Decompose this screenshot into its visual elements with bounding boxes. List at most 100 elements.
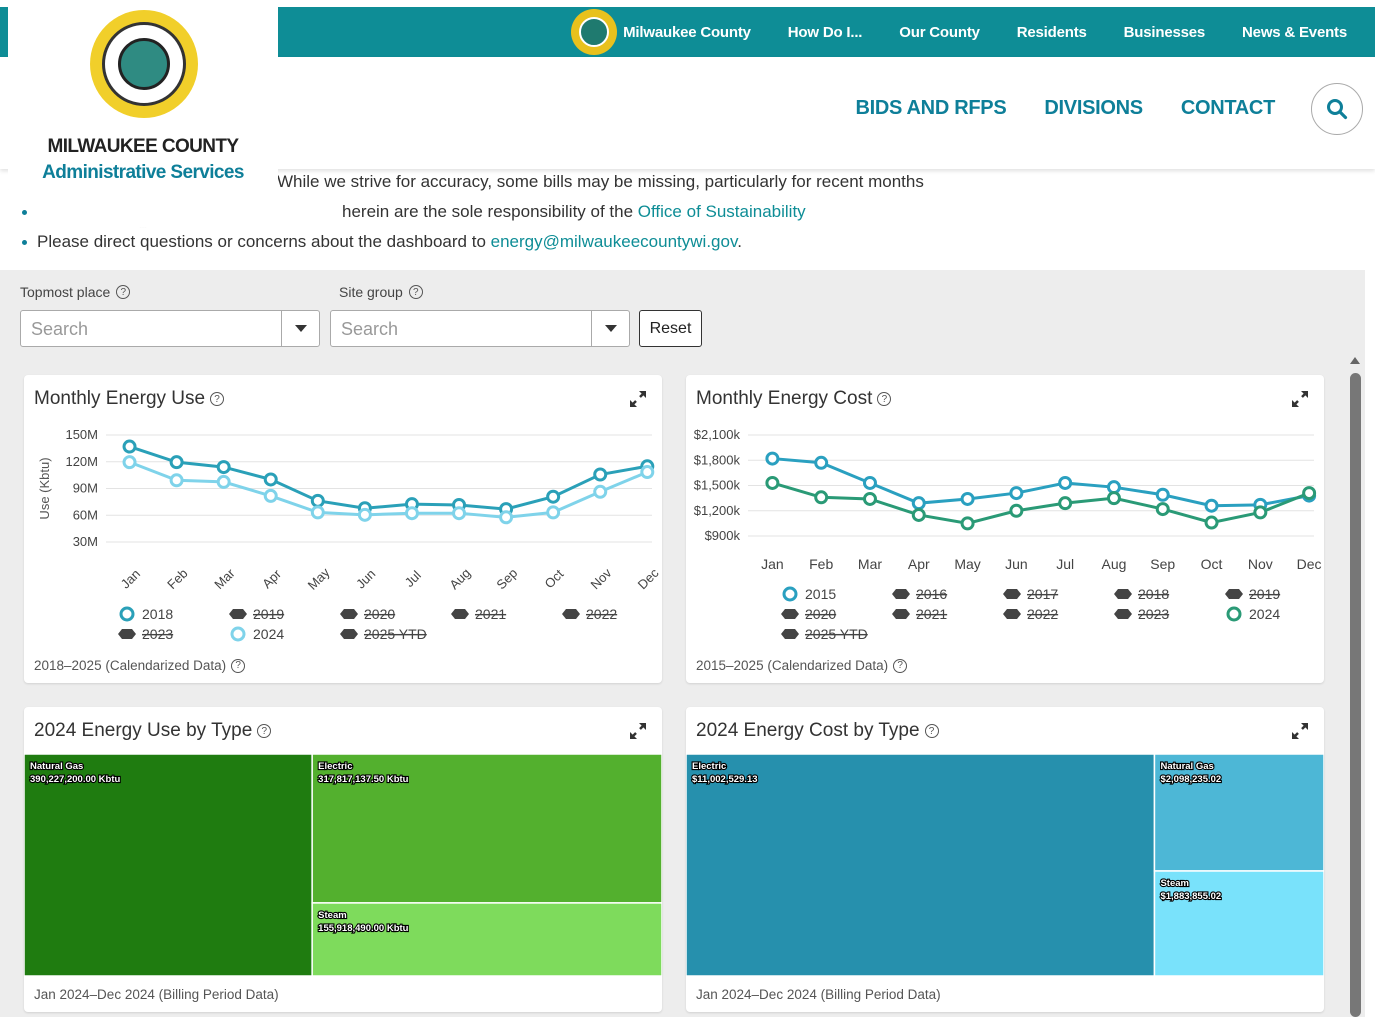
notice-item: Please direct questions or concerns abou… [20,227,924,257]
legend-label: 2025 YTD [805,626,868,642]
chevron-down-icon[interactable] [591,311,629,346]
x-tick-label: Apr [259,566,284,591]
data-point-2024 [862,491,877,506]
energy-email-link[interactable]: energy@milwaukeecountywi.gov [491,232,738,251]
legend-marker [782,586,798,602]
y-tick-label: $1,500k [694,478,741,493]
chart-footer: Jan 2024–Dec 2024 (Billing Period Data) [696,987,941,1002]
data-point-2024 [122,455,137,470]
data-point-2024 [452,506,467,521]
help-icon[interactable]: ? [210,392,225,406]
legend-marker [230,626,246,642]
reset-button[interactable]: Reset [639,310,702,347]
data-point-2018 [310,493,325,508]
help-icon[interactable]: ? [408,285,423,299]
office-of-sustainability-link[interactable]: Office of Sustainability [638,202,806,221]
treemap-tile-electric [686,754,1156,976]
legend-label: 2022 [1027,606,1058,622]
energy-cost-treemap: Electric $11,002,529.13 Natural Gas $2,098,… [686,754,1324,976]
data-point-2015 [1155,487,1170,502]
legend-label: 2021 [475,606,506,622]
legend-marker [1003,589,1021,599]
help-icon[interactable]: ? [231,658,246,673]
y-tick-label: $1,800k [694,452,741,467]
top-nav-news-events[interactable]: News & Events [1242,24,1347,41]
x-tick-label: Sep [1150,556,1175,572]
data-point-2015 [1106,480,1121,495]
nav-bids-rfps[interactable]: BIDS AND RFPS [855,97,1006,120]
data-point-2024 [1155,502,1170,517]
chart-footer-text: 2015–2025 (Calendarized Data) [696,658,889,673]
nav-contact[interactable]: CONTACT [1181,97,1275,120]
help-icon[interactable]: ? [116,285,131,299]
data-point-2015 [1204,498,1219,513]
county-seal-icon [571,9,618,55]
data-point-2024 [499,510,514,525]
logo-subtitle: Administrative Services [42,162,244,183]
legend-label: 2020 [805,606,836,622]
chevron-down-icon[interactable] [281,311,319,346]
chart-footer: Jan 2024–Dec 2024 (Billing Period Data) [34,987,279,1002]
legend-label: 2015 [805,586,836,602]
x-tick-label: Apr [908,556,930,572]
topmost-place-select[interactable]: Search [20,310,320,347]
help-icon[interactable]: ? [257,724,272,738]
data-point-2015 [1058,475,1073,490]
scrollbar-thumb[interactable] [1350,373,1361,1017]
x-tick-label: Dec [635,565,662,592]
chart-footer-text: Jan 2024–Dec 2024 (Billing Period Data) [696,987,941,1002]
treemap-tile-natural-gas [24,754,313,976]
monthly-energy-cost-card: Monthly Energy Cost ? $2,100k $1,800k $1,5… [686,375,1324,683]
topmost-place-label: Topmost place ? [20,284,131,300]
help-icon[interactable]: ? [924,724,939,738]
treemap-tile-value: 155,918,490.00 Kbtu [318,923,409,934]
help-icon[interactable]: ? [877,392,892,406]
site-group-select[interactable]: Search [330,310,630,347]
legend-label: 2021 [916,606,947,622]
legend-label: 2023 [142,626,173,642]
legend-label: 2023 [1138,606,1169,622]
top-nav-brand[interactable]: Milwaukee County [571,9,751,55]
top-nav-how-do-i[interactable]: How Do I... [788,24,863,41]
legend-marker [340,609,358,619]
energy-cost-by-type-title: 2024 Energy Cost by Type ? [696,720,939,742]
data-point-2024 [1253,505,1268,520]
chart-footer: 2015–2025 (Calendarized Data) ? [696,658,908,673]
legend-marker [118,629,136,639]
top-nav-residents[interactable]: Residents [1017,24,1087,41]
notice-text-1: While we strive for accuracy, some bills… [277,172,924,191]
search-button[interactable] [1311,83,1363,135]
data-point-2015 [1009,486,1024,501]
site-logo[interactable]: MILWAUKEE COUNTY Administrative Services [8,0,278,228]
top-nav-businesses[interactable]: Businesses [1124,24,1206,41]
page-scrollbar[interactable] [1346,353,1365,1017]
data-point-2024 [1009,503,1024,518]
data-point-2024 [263,488,278,503]
energy-use-treemap: Natural Gas 390,227,200.00 Kbtu Electric 31… [24,754,662,976]
data-point-2024 [1058,496,1073,511]
data-point-2015 [765,451,780,466]
treemap-tile-steam [311,902,662,976]
x-tick-label: Oct [1201,556,1223,572]
x-tick-label: Feb [809,556,833,572]
x-tick-label: Jun [353,566,378,591]
top-nav-our-county[interactable]: Our County [899,24,980,41]
nav-divisions[interactable]: DIVISIONS [1044,97,1143,120]
legend-marker [562,609,580,619]
legend-label: 2019 [1249,586,1280,602]
expand-icon[interactable] [1290,721,1310,741]
expand-icon[interactable] [628,389,648,409]
legend-label: 2016 [916,586,947,602]
chart-title: Monthly Energy Use [34,388,206,409]
monthly-energy-use-card: Monthly Energy Use ? 150M 120M 90M 60M 30M Us… [24,375,662,683]
expand-icon[interactable] [1290,389,1310,409]
treemap-tile-name: Electric [692,761,726,772]
expand-icon[interactable] [628,721,648,741]
scroll-up-icon[interactable] [1350,357,1360,364]
data-point-2024 [1204,515,1219,530]
help-icon[interactable]: ? [893,658,908,673]
x-tick-label: May [305,564,333,592]
legend-label: 2017 [1027,586,1058,602]
legend-marker [781,609,799,619]
y-tick-label: 120M [65,454,98,469]
